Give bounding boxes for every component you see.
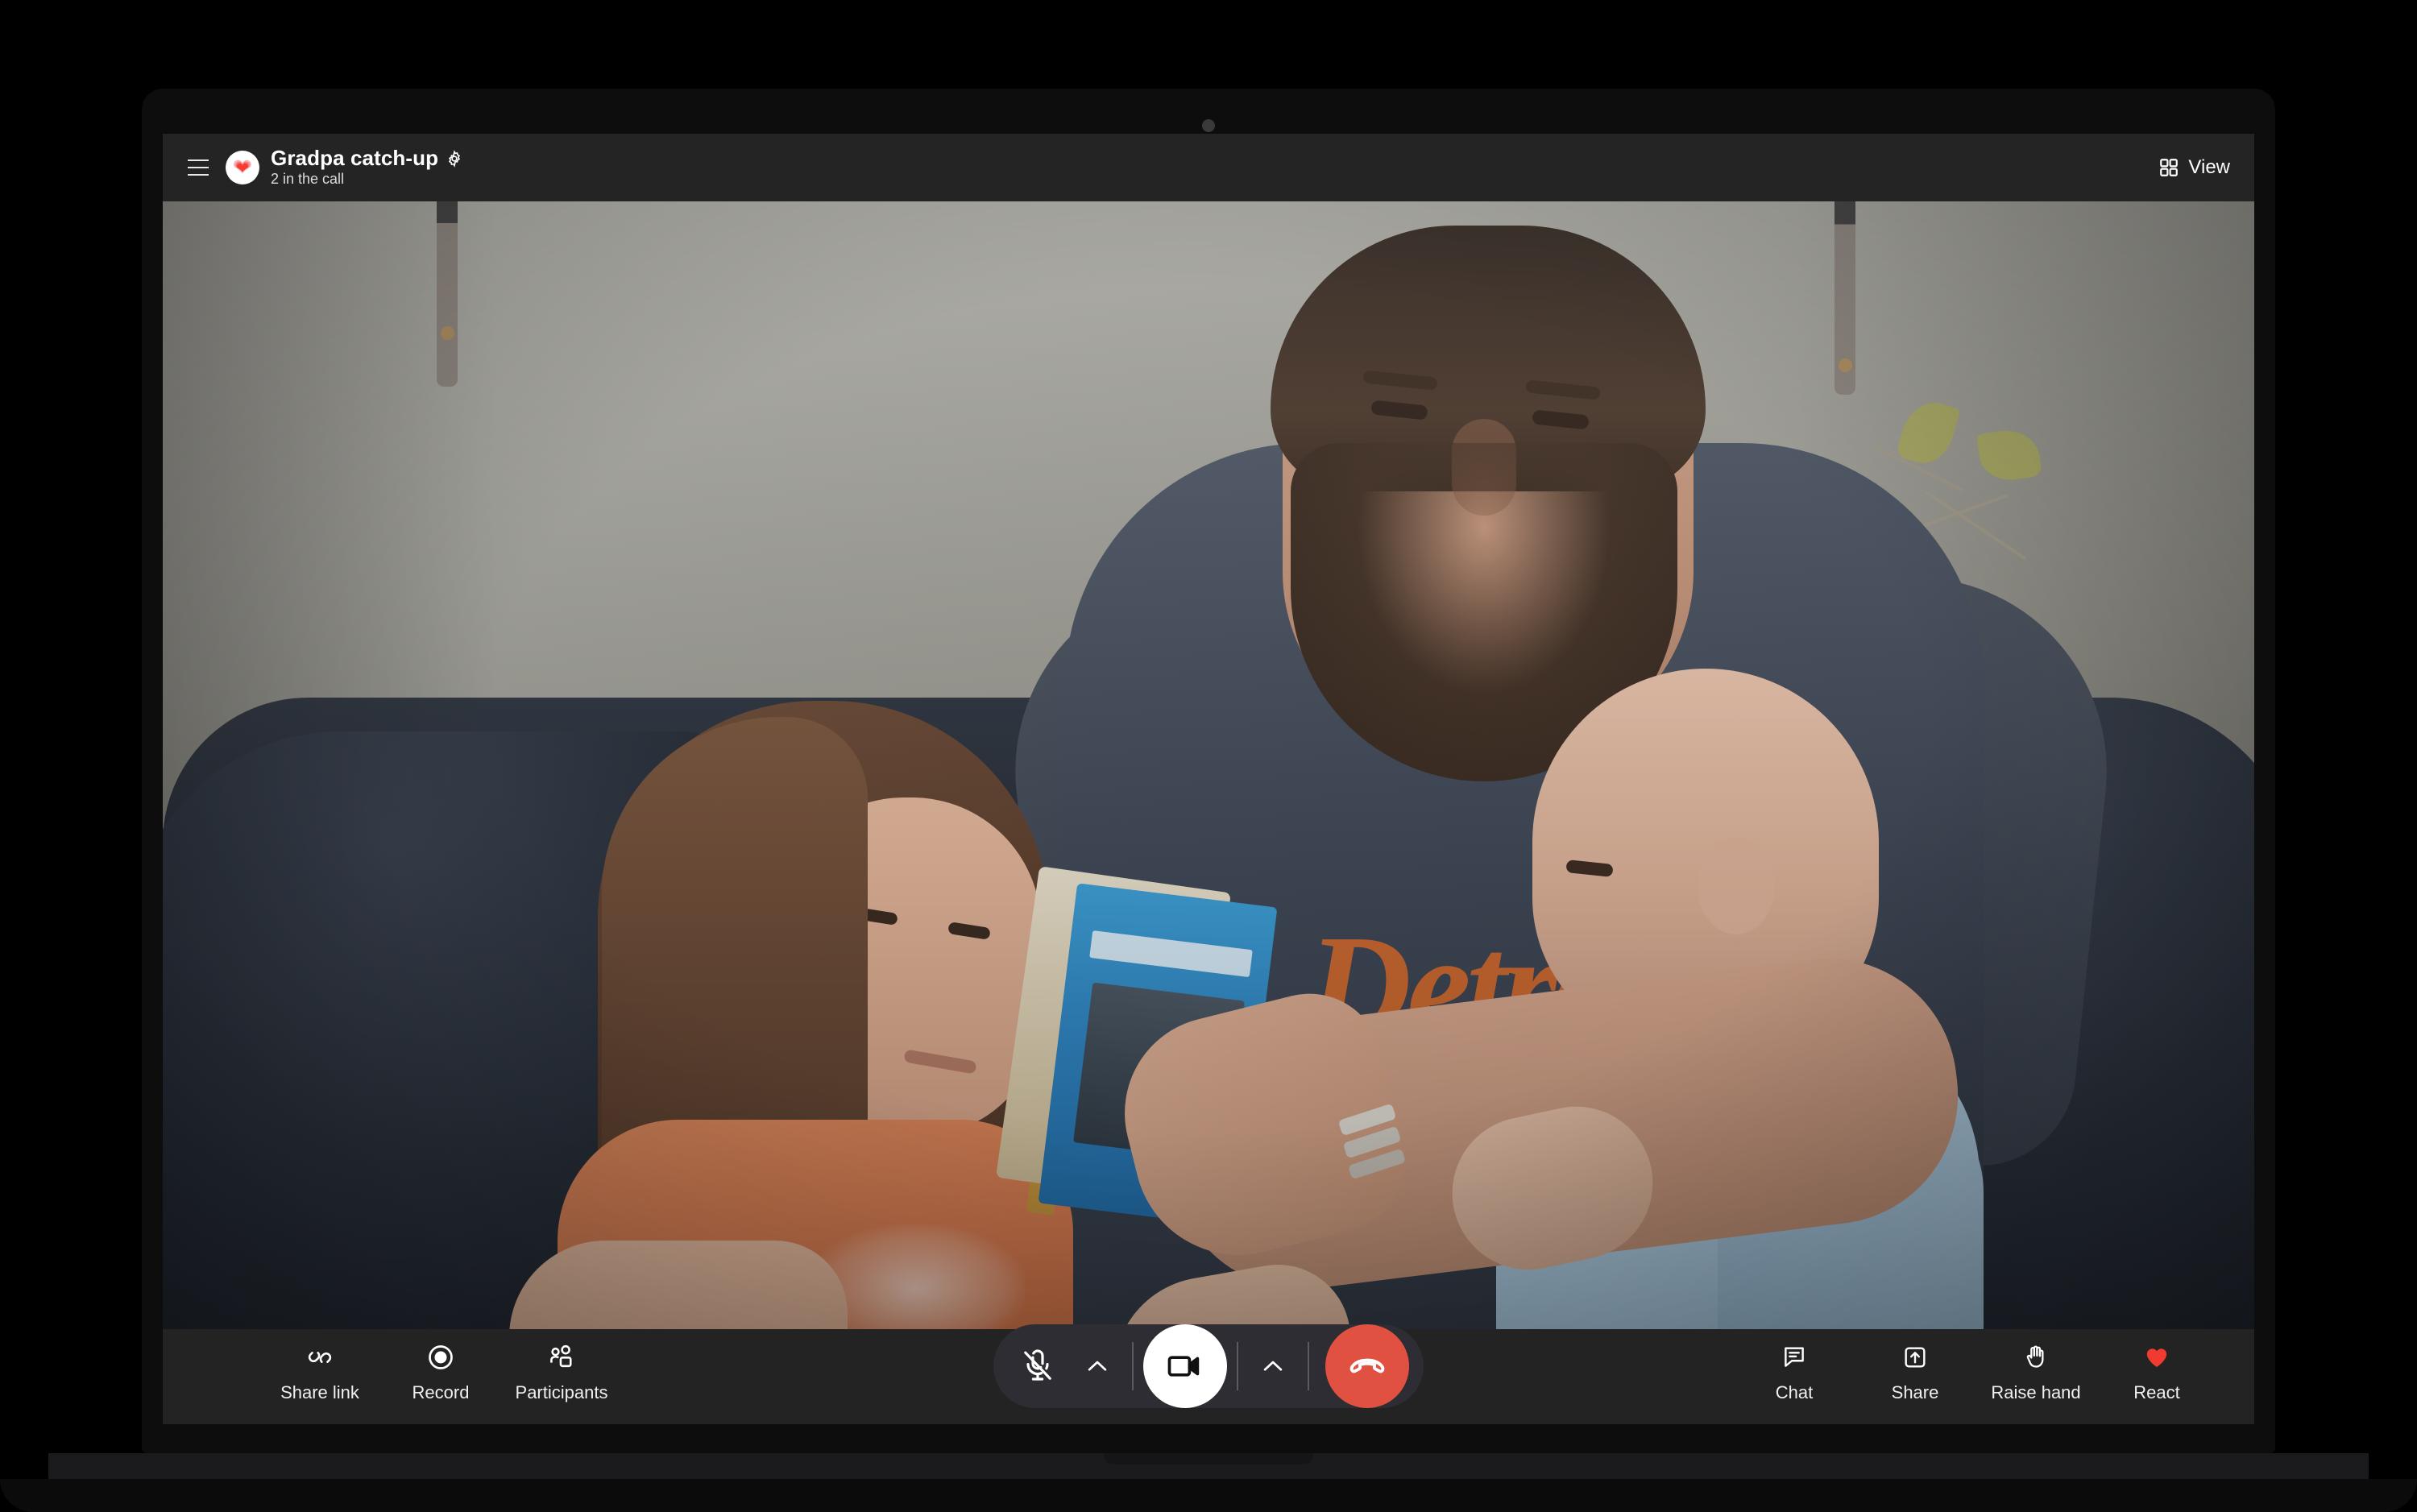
call-controls xyxy=(993,1324,1424,1408)
gear-icon[interactable] xyxy=(446,149,463,168)
camera-toggle-button[interactable] xyxy=(1143,1324,1227,1408)
heart-avatar-icon: ❤ ❤ ❤ xyxy=(226,151,259,184)
laptop-base-notch xyxy=(1104,1453,1313,1464)
controls-divider xyxy=(1132,1342,1134,1390)
chat-button[interactable]: Chat xyxy=(1726,1340,1863,1403)
scene-girl-arm xyxy=(509,1241,848,1329)
record-button[interactable]: Record xyxy=(372,1340,509,1403)
heart-avatar-inner: ❤ xyxy=(236,160,249,177)
video-call-app: ❤ ❤ ❤ Gradpa catch-up 2 in the call View xyxy=(163,134,2254,1424)
laptop-base-lip xyxy=(0,1479,2417,1512)
webcam-icon xyxy=(1202,119,1215,132)
call-meta: Gradpa catch-up 2 in the call xyxy=(271,147,463,188)
scene-wall-hanging-dot-left xyxy=(441,326,454,340)
share-screen-button[interactable]: Share xyxy=(1847,1340,1984,1403)
chevron-up-icon xyxy=(1088,1361,1107,1371)
people-icon xyxy=(547,1340,576,1374)
scene-wall-hanging-left xyxy=(437,201,458,387)
microphone-muted-icon xyxy=(1024,1349,1051,1381)
view-button[interactable]: View xyxy=(2155,151,2233,184)
camera-options-button[interactable] xyxy=(1243,1324,1303,1408)
share-label: Share xyxy=(1891,1382,1939,1402)
heart-icon xyxy=(2143,1340,2170,1374)
controls-divider xyxy=(1237,1342,1238,1390)
participants-button[interactable]: Participants xyxy=(493,1340,630,1403)
video-camera-icon xyxy=(1167,1356,1200,1377)
share-link-button[interactable]: Share link xyxy=(251,1340,388,1403)
hamburger-icon-line xyxy=(188,167,209,168)
hamburger-menu-button[interactable] xyxy=(180,150,216,185)
react-label: React xyxy=(2133,1382,2180,1402)
share-up-arrow-icon xyxy=(1901,1340,1929,1374)
record-circle-icon xyxy=(426,1340,455,1374)
more-button[interactable]: More xyxy=(2209,1340,2254,1403)
chevron-up-icon xyxy=(1263,1361,1283,1371)
grid-view-icon xyxy=(2160,159,2179,176)
link-icon xyxy=(305,1340,334,1374)
scene-baby-ear xyxy=(1698,838,1775,934)
microphone-options-button[interactable] xyxy=(1068,1324,1127,1408)
end-call-phone-icon xyxy=(1349,1358,1385,1373)
view-button-label: View xyxy=(2188,156,2230,178)
react-button[interactable]: React xyxy=(2088,1340,2225,1403)
video-tile[interactable]: Detro xyxy=(163,201,2254,1329)
microphone-muted-button[interactable] xyxy=(1008,1324,1068,1408)
record-label: Record xyxy=(412,1382,470,1402)
scene-wall-hanging-dot-right xyxy=(1839,358,1852,372)
raise-hand-label: Raise hand xyxy=(1991,1382,2081,1402)
call-header: ❤ ❤ ❤ Gradpa catch-up 2 in the call View xyxy=(163,134,2254,201)
scene-book-title-band xyxy=(1089,930,1253,978)
chat-bubble-icon xyxy=(1781,1340,1808,1374)
participant-count: 2 in the call xyxy=(271,171,345,188)
page-title: Gradpa catch-up xyxy=(271,145,439,170)
hamburger-icon-line xyxy=(188,159,209,161)
call-toolbar: Share link Record Participants Chat Shar… xyxy=(163,1324,2254,1424)
participants-label: Participants xyxy=(515,1382,608,1402)
chat-label: Chat xyxy=(1775,1382,1814,1402)
raised-hand-icon xyxy=(2022,1340,2050,1374)
hamburger-icon-line xyxy=(188,174,209,176)
call-title-row: Gradpa catch-up xyxy=(271,147,463,169)
end-call-button[interactable] xyxy=(1325,1324,1409,1408)
share-link-label: Share link xyxy=(280,1382,359,1402)
raise-hand-button[interactable]: Raise hand xyxy=(1967,1340,2104,1403)
controls-divider xyxy=(1308,1342,1309,1390)
